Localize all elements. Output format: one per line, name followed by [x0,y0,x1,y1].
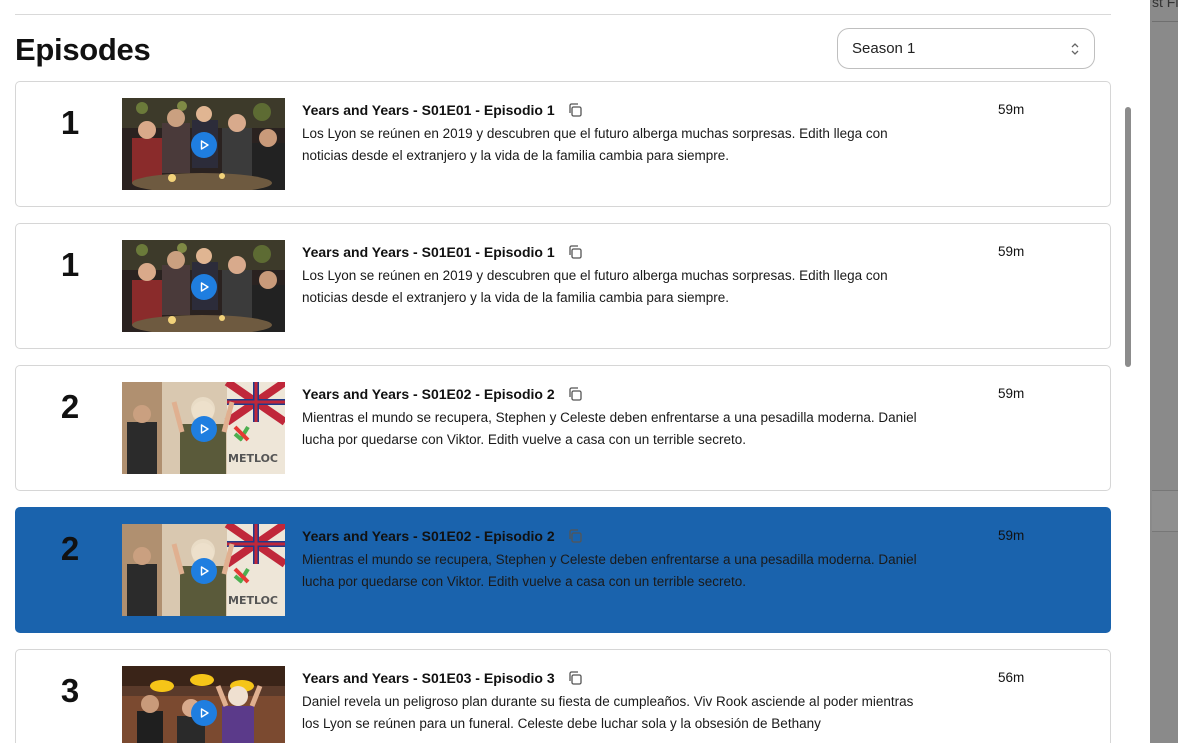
episode-number: 1 [60,246,80,283]
background-divider [1152,21,1178,22]
episode-thumbnail[interactable]: METLOC [122,524,285,616]
episode-thumbnail[interactable] [122,666,285,743]
episode-description: Los Lyon se reúnen en 2019 y descubren q… [302,126,888,163]
background-panel [1152,490,1178,532]
episode-number: 2 [60,530,80,567]
episode-duration: 59m [998,102,1025,117]
episode-title: Years and Years - S01E02 - Episodio 2 [302,528,555,544]
episode-duration: 59m [998,528,1025,543]
svg-text:METLOC: METLOC [228,452,278,465]
episode-thumbnail[interactable] [122,98,285,190]
episodes-modal: Episodes Season 1 1 Years and Years - S0… [0,0,1150,743]
episode-title: Years and Years - S01E03 - Episodio 3 [302,670,555,686]
background-page [1150,0,1178,743]
background-page-text: st Fi [1152,0,1178,10]
episode-description: Mientras el mundo se recupera, Stephen y… [302,552,917,589]
episode-title: Years and Years - S01E01 - Episodio 1 [302,102,555,118]
episode-number: 1 [60,104,80,141]
episode-description: Mientras el mundo se recupera, Stephen y… [302,410,917,447]
season-select[interactable]: Season 1 [837,28,1095,69]
episode-duration: 59m [998,386,1025,401]
episode-row[interactable]: 1 Years and Years - S01E01 - Episodio 1 [15,223,1111,349]
svg-text:METLOC: METLOC [228,594,278,607]
play-icon[interactable] [191,132,217,158]
top-divider [15,14,1111,15]
copy-icon[interactable] [567,670,583,686]
scrollbar-thumb[interactable] [1125,107,1131,367]
play-icon[interactable] [191,558,217,584]
episode-row[interactable]: 1 Years and Years - S01E01 - Episodio 1 [15,81,1111,207]
episode-row[interactable]: 3 Years and Years - S01E03 - Episodio 3 [15,649,1111,743]
copy-icon[interactable] [567,386,583,402]
play-icon[interactable] [191,274,217,300]
episode-row[interactable]: 2 METLOC Years and Years - S01E02 - Epis… [15,507,1111,633]
episode-title: Years and Years - S01E01 - Episodio 1 [302,244,555,260]
copy-icon[interactable] [567,528,583,544]
page-title: Episodes [15,32,151,67]
episode-thumbnail[interactable] [122,240,285,332]
episode-duration: 59m [998,244,1025,259]
season-select-value: Season 1 [852,40,916,57]
episode-description: Daniel revela un peligroso plan durante … [302,694,914,731]
episode-duration: 56m [998,670,1025,685]
play-icon[interactable] [191,700,217,726]
episode-number: 2 [60,388,80,425]
copy-icon[interactable] [567,244,583,260]
play-icon[interactable] [191,416,217,442]
episode-description: Los Lyon se reúnen en 2019 y descubren q… [302,268,888,305]
chevron-updown-icon [1071,43,1079,55]
episode-title: Years and Years - S01E02 - Episodio 2 [302,386,555,402]
episode-thumbnail[interactable]: METLOC [122,382,285,474]
copy-icon[interactable] [567,102,583,118]
episode-number: 3 [60,672,80,709]
episode-row[interactable]: 2 METLOC Years and Years - S01E02 - Epis… [15,365,1111,491]
